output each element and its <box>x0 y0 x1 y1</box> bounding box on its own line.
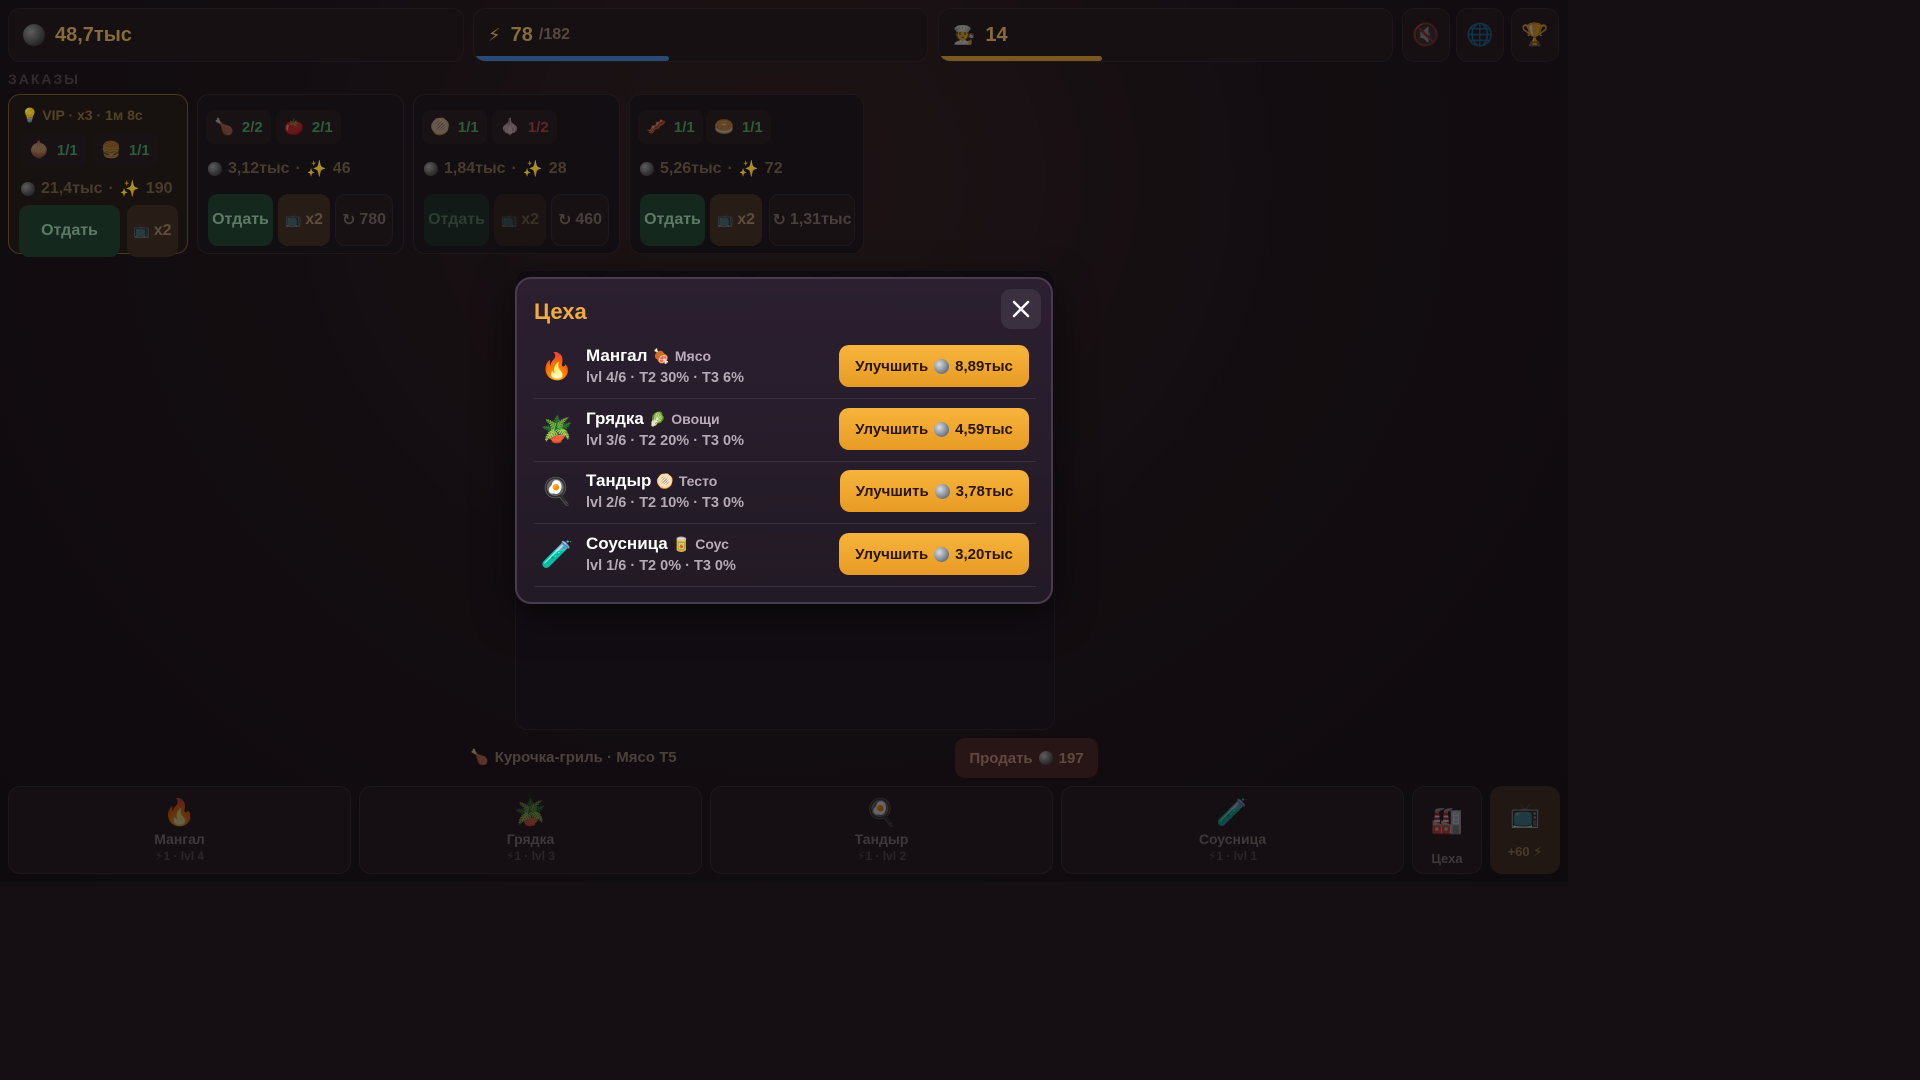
close-icon <box>1012 300 1030 318</box>
frying-pan-icon: 🍳 <box>540 476 574 506</box>
workshop-row-gryadka: 🪴 Грядка 🥬 Овощи lvl 3/6 · Т2 20% · Т3 0… <box>534 400 1036 462</box>
workshop-category: Тесто <box>678 473 718 489</box>
fire-icon: 🔥 <box>540 351 574 381</box>
workshop-category: Соус <box>695 536 729 552</box>
canned-sauce-icon: 🥫 <box>672 535 691 552</box>
workshop-stats: lvl 2/6 · Т2 10% · Т3 0% <box>586 495 744 511</box>
workshop-category: Овощи <box>671 411 720 427</box>
close-button[interactable] <box>1001 289 1041 329</box>
workshop-stats: lvl 3/6 · Т2 20% · Т3 0% <box>586 433 744 449</box>
workshop-row-sousnitsa: 🧪 Соусница 🥫 Соус lvl 1/6 · Т2 0% · Т3 0… <box>534 525 1036 587</box>
upgrade-button[interactable]: Улучшить 8,89тыс <box>839 345 1029 387</box>
workshop-name: Мангал <box>586 346 648 365</box>
workshops-modal: Цеха 🔥 Мангал 🍖 Мясо lvl 4/6 · Т2 30% · … <box>515 277 1053 604</box>
leafy-greens-icon: 🥬 <box>648 410 667 427</box>
workshop-stats: lvl 4/6 · Т2 30% · Т3 6% <box>586 370 744 386</box>
workshop-name: Грядка <box>586 409 644 428</box>
flatbread-icon: 🫓 <box>656 472 674 489</box>
coin-icon <box>934 546 950 562</box>
workshop-row-mangal: 🔥 Мангал 🍖 Мясо lvl 4/6 · Т2 30% · Т3 6%… <box>534 337 1036 399</box>
modal-title: Цеха <box>534 299 587 324</box>
workshop-name: Тандыр <box>586 471 652 490</box>
upgrade-button[interactable]: Улучшить 3,20тыс <box>839 533 1029 575</box>
plant-icon: 🪴 <box>540 414 574 444</box>
workshop-row-tandyr: 🍳 Тандыр 🫓 Тесто lvl 2/6 · Т2 10% · Т3 0… <box>534 462 1036 524</box>
coin-icon <box>934 421 950 437</box>
coin-icon <box>934 358 950 374</box>
test-tube-icon: 🧪 <box>540 539 574 569</box>
workshop-category: Мясо <box>674 348 712 364</box>
workshop-stats: lvl 1/6 · Т2 0% · Т3 0% <box>586 558 736 574</box>
workshop-name: Соусница <box>586 534 668 553</box>
upgrade-button[interactable]: Улучшить 3,78тыс <box>840 470 1029 512</box>
meat-icon: 🍖 <box>652 347 670 364</box>
coin-icon <box>934 483 950 499</box>
upgrade-button[interactable]: Улучшить 4,59тыс <box>839 408 1029 450</box>
